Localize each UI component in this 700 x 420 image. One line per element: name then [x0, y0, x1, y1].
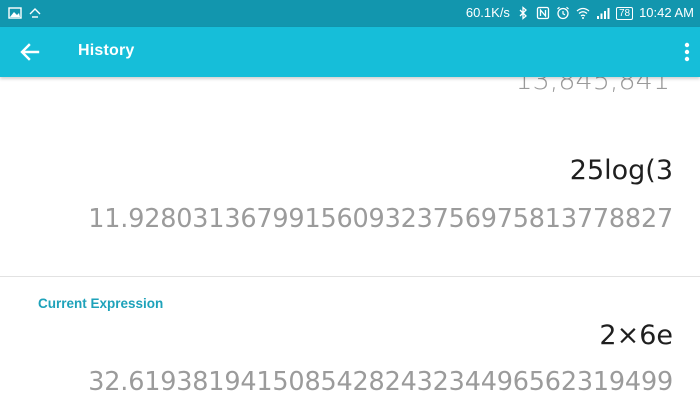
history-list[interactable]: 13,845,841 25log(3 11.928031367991560932… — [0, 77, 700, 420]
status-right-info: 60.1K/s 78 10:42 AM — [466, 5, 694, 21]
signal-icon — [596, 8, 610, 19]
app-toolbar: History — [0, 27, 700, 77]
net-speed: 60.1K/s — [465, 5, 510, 20]
nfc-icon — [536, 6, 550, 20]
status-bar: 60.1K/s 78 10:42 AM — [0, 0, 700, 27]
current-expression[interactable]: 2×6e — [599, 320, 673, 351]
overflow-menu-icon[interactable] — [682, 41, 692, 63]
sync-notification-icon — [29, 8, 41, 18]
bluetooth-icon — [519, 6, 527, 20]
alarm-icon — [557, 6, 569, 20]
current-expression-label: Current Expression — [38, 296, 164, 311]
clock: 10:42 AM — [639, 5, 694, 20]
gallery-notification-icon — [8, 7, 22, 19]
history-result[interactable]: 11.9280313679915609323756975813778827 — [88, 204, 673, 234]
divider — [0, 276, 700, 277]
previous-result-partial: 13,845,841 — [515, 77, 670, 96]
battery-icon: 78 — [615, 6, 634, 20]
back-arrow-icon[interactable] — [18, 40, 42, 64]
history-expression[interactable]: 25log(3 — [570, 155, 673, 186]
page-title: History — [78, 42, 135, 59]
wifi-icon — [576, 7, 590, 19]
current-result[interactable]: 32.6193819415085428243234496562319499 — [88, 367, 673, 397]
status-left-icons — [8, 6, 42, 20]
